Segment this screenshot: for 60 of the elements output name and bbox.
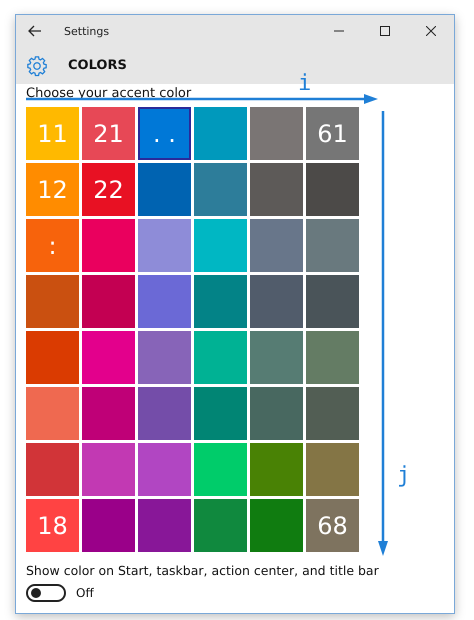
color-swatch[interactable] — [82, 443, 135, 496]
color-swatch[interactable] — [82, 219, 135, 272]
color-swatch[interactable] — [26, 387, 79, 440]
color-swatch[interactable] — [250, 163, 303, 216]
axis-label: j — [397, 462, 410, 490]
color-swatch[interactable] — [306, 387, 359, 440]
color-swatch[interactable] — [26, 331, 79, 384]
color-swatch[interactable] — [194, 219, 247, 272]
close-icon — [426, 26, 436, 36]
color-swatch[interactable] — [306, 163, 359, 216]
color-swatch[interactable] — [194, 499, 247, 552]
toggle-switch[interactable] — [26, 584, 66, 602]
color-swatch[interactable] — [138, 331, 191, 384]
color-swatch[interactable] — [194, 443, 247, 496]
color-swatch[interactable]: . . — [138, 107, 191, 160]
back-button[interactable] — [28, 25, 42, 37]
axis-label: i — [298, 70, 312, 98]
color-swatch[interactable] — [250, 387, 303, 440]
color-swatch[interactable] — [306, 275, 359, 328]
gear-icon — [26, 54, 48, 76]
color-swatch[interactable] — [250, 443, 303, 496]
color-swatch[interactable] — [138, 163, 191, 216]
color-swatch[interactable] — [194, 331, 247, 384]
setting-label: Show color on Start, taskbar, action center, and title bar — [26, 563, 380, 578]
color-swatch[interactable] — [306, 331, 359, 384]
color-swatch[interactable] — [26, 443, 79, 496]
color-swatch[interactable] — [82, 331, 135, 384]
color-swatch[interactable]: 22 — [82, 163, 135, 216]
color-swatch[interactable] — [26, 275, 79, 328]
color-swatch[interactable] — [250, 331, 303, 384]
color-swatch[interactable]: 68 — [306, 499, 359, 552]
color-swatch[interactable] — [82, 499, 135, 552]
color-swatch[interactable] — [138, 499, 191, 552]
back-arrow-icon — [28, 25, 42, 37]
color-swatch[interactable]: 12 — [26, 163, 79, 216]
color-swatch[interactable] — [250, 107, 303, 160]
maximize-icon — [380, 26, 390, 36]
color-swatch[interactable]: : — [26, 219, 79, 272]
color-swatch[interactable] — [138, 387, 191, 440]
toggle-state: Off — [76, 586, 94, 600]
color-swatch[interactable] — [194, 387, 247, 440]
section-label: Choose your accent color — [26, 86, 192, 102]
color-swatch[interactable] — [306, 443, 359, 496]
color-swatch[interactable] — [138, 275, 191, 328]
color-swatch[interactable]: 21 — [82, 107, 135, 160]
color-swatch[interactable]: 18 — [26, 499, 79, 552]
color-swatch[interactable] — [306, 219, 359, 272]
color-swatch[interactable] — [138, 219, 191, 272]
color-swatch[interactable] — [82, 387, 135, 440]
color-swatch[interactable] — [138, 443, 191, 496]
color-swatch[interactable] — [194, 163, 247, 216]
color-swatch[interactable] — [250, 499, 303, 552]
page-title: COLORS — [68, 58, 127, 73]
color-swatch[interactable] — [194, 107, 247, 160]
color-swatch[interactable] — [250, 219, 303, 272]
color-swatch[interactable]: 61 — [306, 107, 359, 160]
window-title: Settings — [64, 24, 110, 38]
color-swatch[interactable] — [250, 275, 303, 328]
color-swatch[interactable] — [194, 275, 247, 328]
color-swatch[interactable] — [82, 275, 135, 328]
